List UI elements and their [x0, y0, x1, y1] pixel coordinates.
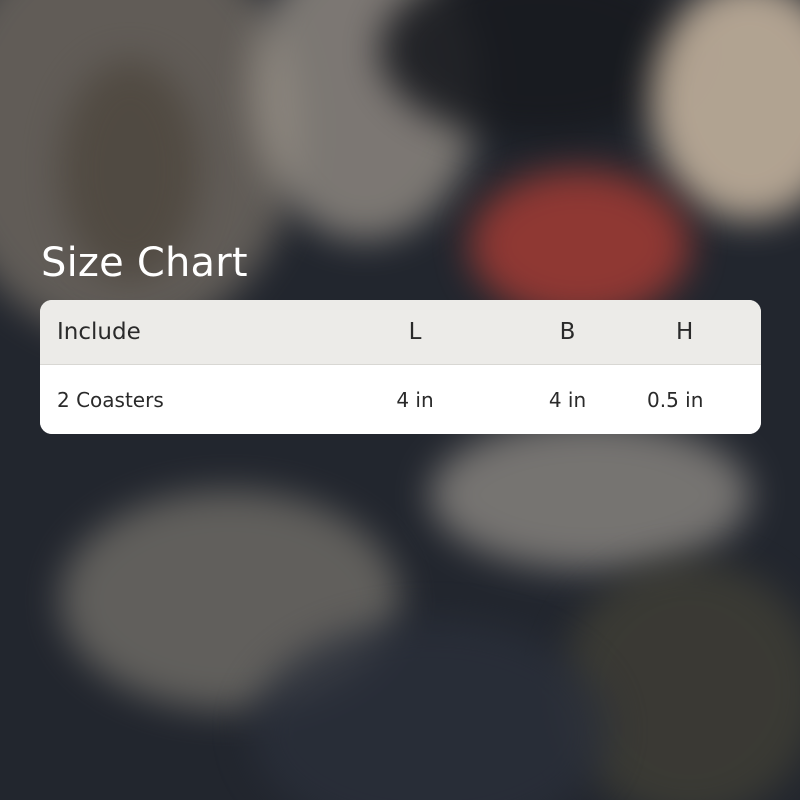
header-breadth: B — [559, 319, 576, 345]
header-height: H — [676, 319, 694, 345]
table-row: 2 Coasters 4 in 4 in 0.5 in — [40, 365, 761, 434]
cell-include: 2 Coasters — [57, 387, 164, 412]
cell-height: 0.5 in — [647, 387, 704, 412]
header-include: Include — [57, 319, 141, 345]
cell-breadth: 4 in — [548, 387, 587, 412]
size-chart-table: Include L B H 2 Coasters 4 in 4 in 0.5 i… — [40, 300, 761, 434]
header-length: L — [408, 319, 422, 345]
cell-length: 4 in — [396, 387, 434, 412]
table-header-row: Include L B H — [40, 300, 761, 365]
page-title: Size Chart — [41, 240, 248, 286]
